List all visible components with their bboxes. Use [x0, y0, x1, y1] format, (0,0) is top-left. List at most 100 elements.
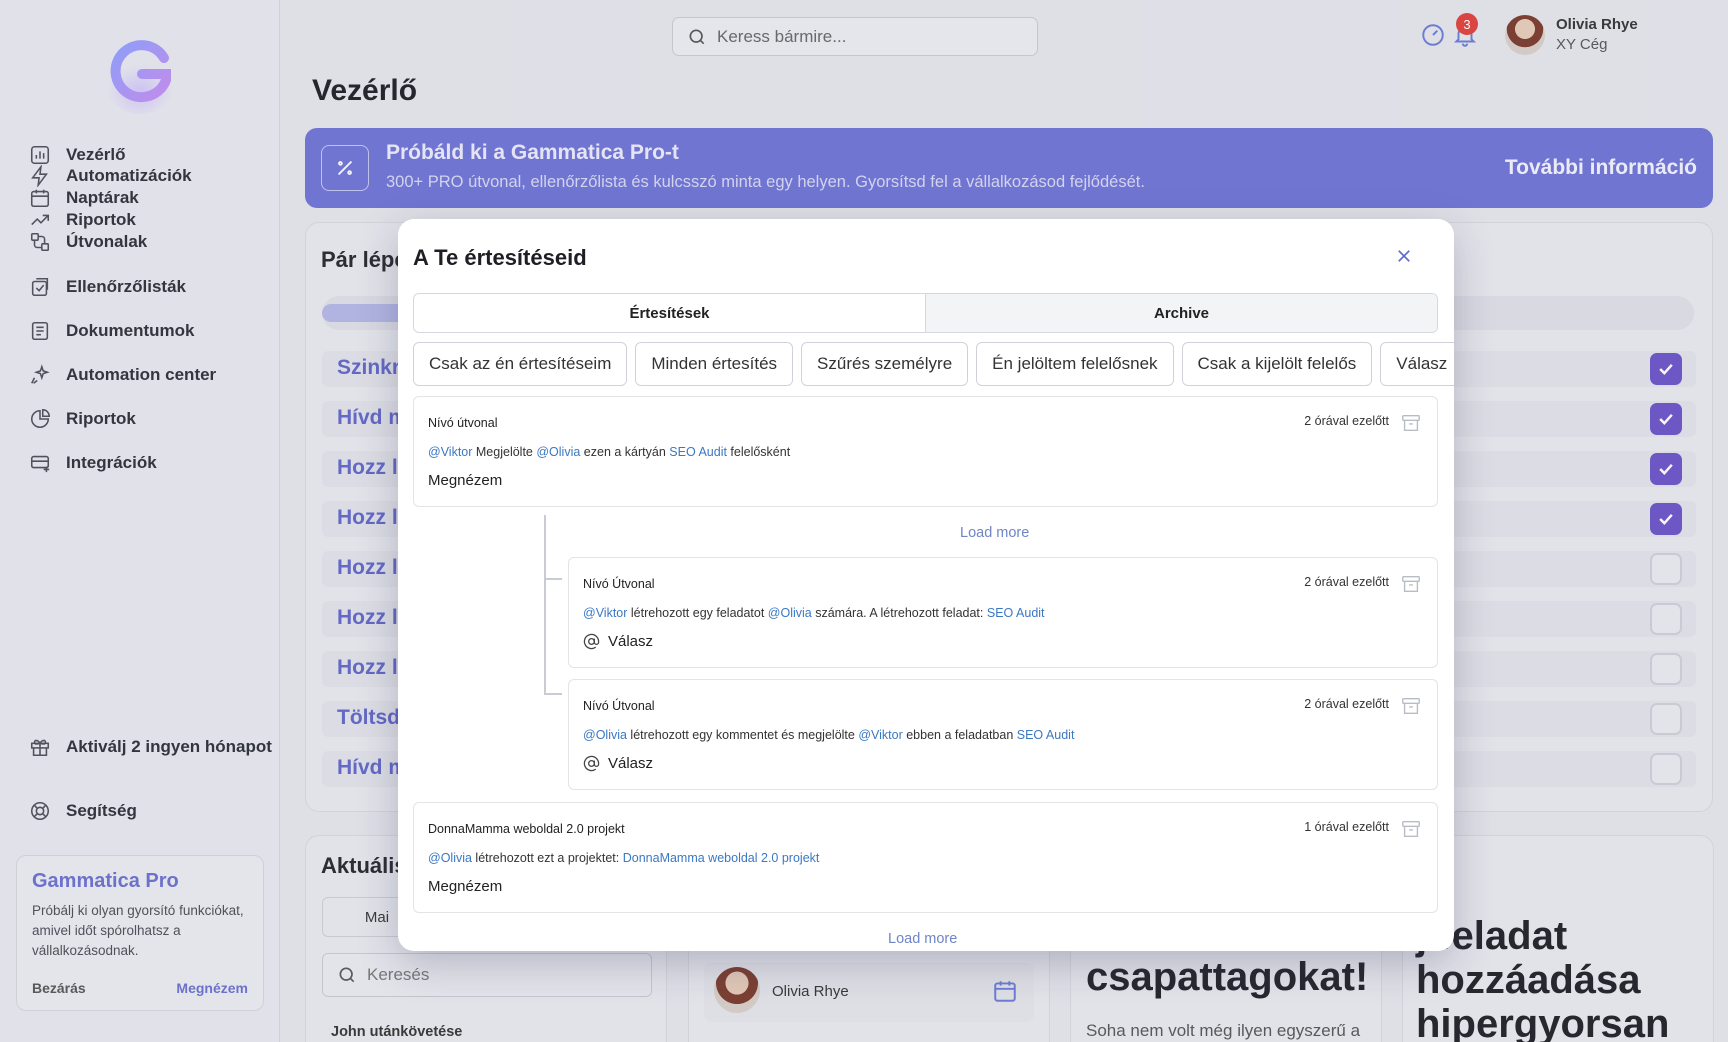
- mention-link[interactable]: @Viktor: [858, 728, 902, 742]
- search-icon: [339, 967, 355, 983]
- activate-free-months[interactable]: Aktiválj 2 ingyen hónapot: [28, 735, 272, 759]
- mention-link[interactable]: SEO Audit: [669, 445, 727, 459]
- automation-icon: [28, 164, 52, 188]
- pro-banner: Próbáld ki a Gammatica Pro-t 300+ PRO út…: [305, 128, 1713, 208]
- sidebar-item-naptarak[interactable]: Naptárak: [28, 186, 139, 210]
- mention-link[interactable]: @Olivia: [768, 606, 812, 620]
- notification-card[interactable]: Nívó Útvonal 2 órával ezelőtt @Viktor lé…: [568, 557, 1438, 668]
- speed-gauge-icon[interactable]: [1420, 22, 1446, 48]
- sidebar-item-automatizaciok[interactable]: Automatizációk: [28, 164, 192, 188]
- thread-line: [544, 515, 546, 694]
- gammatica-logo[interactable]: [100, 28, 180, 118]
- task-checkbox[interactable]: [1650, 703, 1682, 735]
- task-checkbox[interactable]: [1650, 503, 1682, 535]
- load-more-thread[interactable]: Load more: [960, 525, 1029, 541]
- load-more-notifications[interactable]: Load more: [888, 931, 957, 947]
- filter-all[interactable]: Minden értesítés: [635, 342, 794, 386]
- follow-up-item[interactable]: John utánkövetése: [331, 1024, 462, 1040]
- mention-link[interactable]: DonnaMamma weboldal 2.0 projekt: [623, 851, 820, 865]
- notification-title: DonnaMamma weboldal 2.0 projekt: [428, 822, 625, 836]
- mention-link[interactable]: @Viktor: [428, 445, 472, 459]
- integration-icon: [28, 451, 52, 475]
- notification-card[interactable]: DonnaMamma weboldal 2.0 projekt 1 órával…: [413, 802, 1438, 913]
- tab-notifications[interactable]: Értesítések: [414, 294, 925, 332]
- archive-icon[interactable]: [1400, 695, 1422, 717]
- task-checkbox[interactable]: [1650, 653, 1682, 685]
- sidebar-item-utvonalak[interactable]: Útvonalak: [28, 230, 147, 254]
- checklist-icon: [28, 275, 52, 299]
- user-avatar[interactable]: [1505, 15, 1545, 55]
- filter-i-assigned[interactable]: Én jelöltem felelősnek: [976, 342, 1174, 386]
- task-checkbox[interactable]: [1650, 753, 1682, 785]
- notification-card[interactable]: Nívó útvonal 2 órával ezelőtt @Viktor Me…: [413, 396, 1438, 507]
- filter-only-assignee[interactable]: Csak a kijelölt felelős: [1181, 342, 1373, 386]
- filter-reply[interactable]: Válasz: [1380, 342, 1454, 386]
- notification-time: 1 órával ezelőtt: [1304, 820, 1389, 834]
- sidebar-item-label: Automatizációk: [66, 166, 192, 185]
- reply-button[interactable]: Válasz: [583, 633, 653, 650]
- banner-title: Próbáld ki a Gammatica Pro-t: [386, 141, 679, 164]
- invite-team-subtitle: Soha nem volt még ilyen egyszerű a: [1086, 1021, 1361, 1040]
- mention-link[interactable]: @Olivia: [536, 445, 580, 459]
- sidebar-item-label: Útvonalak: [66, 232, 148, 251]
- notification-text: számára. A létrehozott feladat:: [811, 606, 987, 620]
- promo-title: Gammatica Pro: [32, 870, 179, 892]
- person-row[interactable]: Olivia Rhye: [704, 962, 1034, 1022]
- sidebar-item-label: Naptárak: [66, 188, 139, 207]
- sidebar-item-dokumentumok[interactable]: Dokumentumok: [28, 319, 194, 343]
- archive-icon[interactable]: [1400, 412, 1422, 434]
- sidebar: Vezérlő Automatizációk Naptárak Riportok…: [0, 0, 280, 1042]
- task-checkbox[interactable]: [1650, 353, 1682, 385]
- current-search-input[interactable]: Keresés: [322, 953, 652, 997]
- percent-icon: [321, 145, 369, 191]
- mention-link[interactable]: SEO Audit: [987, 606, 1045, 620]
- mention-link[interactable]: @Olivia: [583, 728, 627, 742]
- sidebar-item-label: Automation center: [66, 365, 217, 384]
- notification-text: Megjelölte: [472, 445, 537, 459]
- reply-label: Válasz: [608, 755, 654, 772]
- filter-only-mine[interactable]: Csak az én értesítéseim: [413, 342, 628, 386]
- promo-try-button[interactable]: Megnézem: [176, 980, 248, 996]
- thread-branch: [544, 693, 562, 695]
- sidebar-item-ellenorzolistak[interactable]: Ellenőrzőlisták: [28, 275, 186, 299]
- sidebar-item-riportok-2[interactable]: Riportok: [28, 407, 136, 431]
- route-icon: [28, 230, 52, 254]
- task-checkbox[interactable]: [1650, 453, 1682, 485]
- mention-link[interactable]: SEO Audit: [1017, 728, 1075, 742]
- task-label: Hívd m: [337, 406, 408, 429]
- help-link[interactable]: Segítség: [28, 799, 137, 823]
- mention-link[interactable]: @Olivia: [428, 851, 472, 865]
- reply-button[interactable]: Válasz: [583, 755, 653, 772]
- mention-link[interactable]: @Viktor: [583, 606, 627, 620]
- sidebar-item-riportok[interactable]: Riportok: [28, 208, 136, 232]
- notification-body: @Olivia létrehozott egy kommentet és meg…: [583, 728, 1074, 742]
- view-button[interactable]: Megnézem: [428, 878, 502, 895]
- thread-branch: [544, 578, 562, 580]
- sidebar-item-integraciok[interactable]: Integrációk: [28, 451, 157, 475]
- banner-subtitle: 300+ PRO útvonal, ellenőrzőlista és kulc…: [386, 173, 1145, 191]
- add-task-title-3: hipergyorsan: [1416, 1002, 1670, 1042]
- pro-promo-card: Gammatica Pro Próbálj ki olyan gyorsító …: [16, 855, 264, 1011]
- banner-more-info-link[interactable]: További információ: [1505, 156, 1697, 180]
- person-avatar: [714, 967, 760, 1013]
- calendar-icon[interactable]: [992, 978, 1018, 1004]
- promo-close-button[interactable]: Bezárás: [32, 980, 86, 996]
- modal-title: A Te értesítéseid: [413, 245, 587, 270]
- view-button[interactable]: Megnézem: [428, 472, 502, 489]
- notification-body: @Viktor létrehozott egy feladatot @Olivi…: [583, 606, 1045, 620]
- close-icon[interactable]: [1390, 242, 1418, 270]
- sidebar-item-automation-center[interactable]: Automation center: [28, 363, 216, 387]
- help-label: Segítség: [66, 801, 137, 820]
- global-search[interactable]: Keress bármire...: [672, 17, 1038, 56]
- archive-icon[interactable]: [1400, 818, 1422, 840]
- notification-title: Nívó Útvonal: [583, 577, 655, 591]
- task-checkbox[interactable]: [1650, 603, 1682, 635]
- task-checkbox[interactable]: [1650, 403, 1682, 435]
- promo-actions: Bezárás Megnézem: [32, 980, 248, 996]
- task-checkbox[interactable]: [1650, 553, 1682, 585]
- filter-by-person[interactable]: Szűrés személyre: [801, 342, 969, 386]
- tab-archive[interactable]: Archive: [925, 294, 1437, 332]
- checkmark-icon: [1659, 463, 1673, 475]
- notification-card[interactable]: Nívó Útvonal 2 órával ezelőtt @Olivia lé…: [568, 679, 1438, 790]
- archive-icon[interactable]: [1400, 573, 1422, 595]
